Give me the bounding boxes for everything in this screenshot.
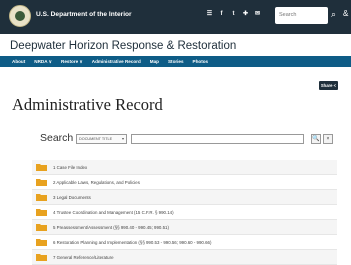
folder-icon [36, 238, 47, 246]
list-item[interactable]: 3 Legal Documents [32, 190, 337, 205]
share-icon[interactable]: ✚ [242, 11, 249, 18]
facebook-icon[interactable]: f [218, 11, 225, 18]
nav-about[interactable]: About [12, 59, 25, 64]
nav-nrda[interactable]: NRDA ∨ [34, 59, 52, 65]
select-value: DOCUMENT TITLE [79, 137, 113, 141]
list-item[interactable]: 4 Trustee Coordination and Management (1… [32, 205, 337, 220]
social-links: ☰ f t ✚ ✉ [206, 11, 261, 18]
agency-name[interactable]: U.S. Department of the Interior [36, 11, 132, 18]
site-title[interactable]: Deepwater Horizon Response & Restoration [10, 40, 236, 52]
page-title: Administrative Record [12, 95, 163, 114]
list-item[interactable]: 5 Preassessment/Assessment (§§ 990.40 - … [32, 220, 337, 235]
list-item-label[interactable]: 6 Restoration Planning and Implementatio… [53, 240, 211, 245]
list-item-label[interactable]: 1 Case File Index [53, 165, 87, 170]
share-button[interactable]: Share < [319, 81, 338, 90]
folder-icon [36, 208, 47, 216]
nav-stories[interactable]: Stories [168, 59, 184, 64]
chevron-down-icon: ▾ [121, 136, 124, 141]
folder-icon [36, 193, 47, 201]
list-item-label[interactable]: 3 Legal Documents [53, 195, 91, 200]
top-banner: U.S. Department of the Interior ☰ f t ✚ … [0, 0, 351, 34]
accessibility-icon[interactable]: & [343, 10, 348, 18]
list-item[interactable]: 2 Applicable Laws, Regulations, and Poli… [32, 175, 337, 190]
nav-administrative-record[interactable]: Administrative Record [92, 59, 141, 64]
search-go-button[interactable]: 🔍 [311, 134, 321, 144]
list-item-label[interactable]: 2 Applicable Laws, Regulations, and Poli… [53, 180, 140, 185]
folder-icon [36, 223, 47, 231]
list-item-label[interactable]: 7 General Reference/Literature [53, 255, 114, 260]
main-nav: About NRDA ∨ Restore ∨ Administrative Re… [0, 56, 351, 67]
rss-icon[interactable]: ☰ [206, 11, 213, 18]
folder-icon [36, 163, 47, 171]
search-label: Search [40, 132, 74, 144]
nav-photos[interactable]: Photos [193, 59, 209, 64]
nav-map[interactable]: Map [150, 59, 159, 64]
search-field-select[interactable]: DOCUMENT TITLE ▾ [76, 134, 127, 144]
list-item[interactable]: 7 General Reference/Literature [32, 250, 337, 265]
search-icon[interactable]: ⌕ [331, 10, 339, 19]
email-icon[interactable]: ✉ [254, 11, 261, 18]
folder-icon [36, 178, 47, 186]
search-clear-button[interactable]: × [323, 134, 333, 144]
search-input[interactable]: Search [275, 7, 328, 24]
twitter-icon[interactable]: t [230, 11, 237, 18]
record-search-input[interactable] [131, 134, 304, 144]
list-item-label[interactable]: 4 Trustee Coordination and Management (1… [53, 210, 174, 215]
record-list: 1 Case File Index 2 Applicable Laws, Reg… [32, 160, 337, 265]
folder-icon [36, 253, 47, 261]
list-item[interactable]: 1 Case File Index [32, 160, 337, 175]
nav-restore[interactable]: Restore ∨ [61, 59, 83, 65]
doi-seal-icon[interactable] [9, 5, 31, 27]
list-item[interactable]: 6 Restoration Planning and Implementatio… [32, 235, 337, 250]
list-item-label[interactable]: 5 Preassessment/Assessment (§§ 990.40 - … [53, 225, 169, 230]
